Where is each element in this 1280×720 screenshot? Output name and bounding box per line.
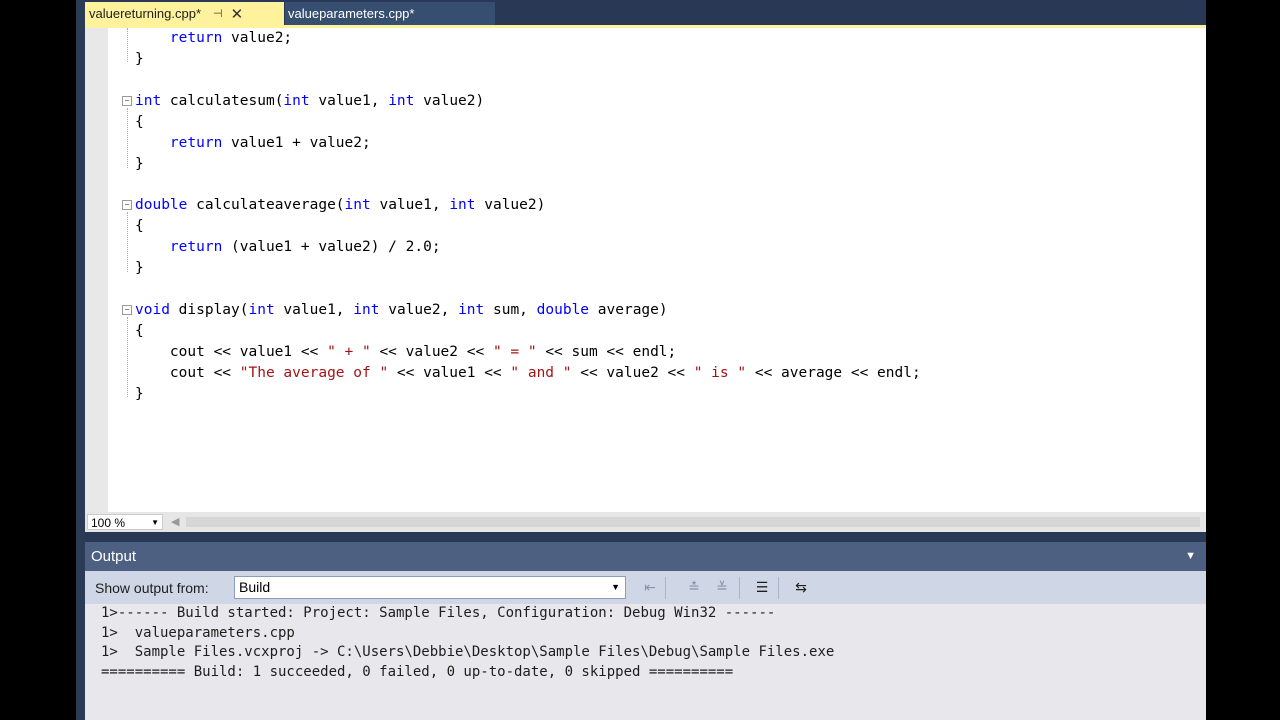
collapse-icon[interactable]: − (122, 305, 132, 315)
scope-guide (127, 317, 129, 397)
window-menu-icon[interactable]: ▼ (1185, 542, 1196, 571)
document-tab-bar: valuereturning.cpp* ⊣ ✕ valueparameters.… (85, 0, 1206, 25)
goto-source-icon[interactable]: ⇤ (640, 578, 660, 598)
tab-label: valuereturning.cpp* (89, 6, 202, 21)
tab-valueparameters[interactable]: valueparameters.cpp* (285, 2, 495, 25)
next-message-icon[interactable]: ≚ (712, 578, 732, 598)
toolbar-separator (739, 577, 740, 599)
close-icon[interactable]: ✕ (231, 5, 244, 23)
toolbar-separator (665, 577, 666, 599)
output-text-area[interactable]: 1>------ Build started: Project: Sample … (85, 604, 1206, 720)
code-line: { (135, 218, 144, 234)
code-line: return (value1 + value2) / 2.0; (169, 239, 441, 255)
panel-splitter[interactable] (85, 532, 1206, 542)
toolbar-separator (778, 577, 779, 599)
output-source-select[interactable]: Build ▼ (234, 576, 626, 599)
previous-message-icon[interactable]: ≛ (684, 578, 704, 598)
tab-valuereturning[interactable]: valuereturning.cpp* ⊣ ✕ (85, 2, 284, 25)
code-line: } (135, 156, 144, 172)
clear-all-icon[interactable]: ☰ (752, 578, 772, 598)
editor-gutter (85, 28, 108, 512)
output-line: 1> valueparameters.cpp (101, 624, 295, 641)
show-output-label: Show output from: (95, 580, 209, 596)
output-panel-header: Output ▼ (85, 542, 1206, 571)
code-line: return value2; (169, 30, 293, 46)
toggle-word-wrap-icon[interactable]: ⇆ (791, 578, 811, 598)
output-line: 1>------ Build started: Project: Sample … (101, 605, 776, 621)
output-line: ========== Build: 1 succeeded, 0 failed,… (101, 663, 734, 680)
code-line: } (135, 260, 144, 276)
scope-guide (127, 28, 129, 62)
code-editor[interactable]: − − − return value2; } int calculatesum(… (85, 28, 1206, 512)
zoom-value: 100 % (91, 516, 126, 530)
scroll-left-icon[interactable]: ◀ (171, 515, 179, 528)
scope-guide (127, 212, 129, 272)
left-strip (76, 0, 85, 720)
collapse-icon[interactable]: − (122, 200, 132, 210)
code-line: cout << "The average of " << value1 << "… (135, 365, 921, 381)
collapse-icon[interactable]: − (122, 96, 132, 106)
code-line: double calculateaverage(int value1, int … (135, 197, 546, 213)
output-title: Output (91, 548, 137, 565)
output-source-value: Build (239, 579, 271, 595)
code-line: return value1 + value2; (169, 135, 371, 151)
editor-status-bar: 100 % ▼ ◀ (85, 512, 1206, 532)
scope-guide (127, 108, 129, 168)
horizontal-scrollbar[interactable] (186, 517, 1200, 527)
code-line: } (135, 51, 144, 67)
chevron-down-icon: ▼ (611, 582, 620, 592)
zoom-dropdown[interactable]: 100 % ▼ (87, 514, 163, 530)
code-line: int calculatesum(int value1, int value2) (135, 93, 485, 109)
code-line: { (135, 114, 144, 130)
pin-icon[interactable]: ⊣ (213, 7, 223, 20)
code-line: { (135, 323, 144, 339)
ide-window: valuereturning.cpp* ⊣ ✕ valueparameters.… (76, 0, 1206, 720)
chevron-down-icon: ▼ (151, 518, 159, 527)
code-line: cout << value1 << " + " << value2 << " =… (135, 344, 677, 360)
output-line: 1> Sample Files.vcxproj -> C:\Users\Debb… (101, 644, 835, 660)
code-line: void display(int value1, int value2, int… (135, 302, 668, 318)
output-log: 1>------ Build started: Project: Sample … (101, 604, 834, 682)
code-line: } (135, 386, 144, 402)
output-toolbar: Show output from: Build ▼ ⇤ ≛ ≚ ☰ ⇆ (85, 571, 1206, 604)
tab-label: valueparameters.cpp* (288, 6, 415, 21)
